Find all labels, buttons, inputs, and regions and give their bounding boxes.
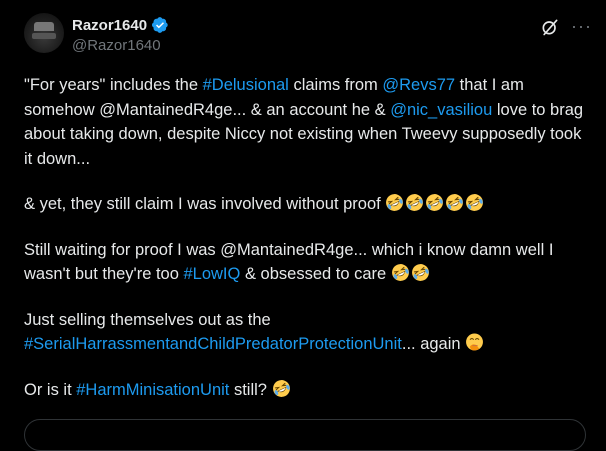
- tweet-paragraph: Still waiting for proof I was @Mantained…: [24, 238, 584, 287]
- verified-badge-icon[interactable]: [151, 16, 169, 34]
- rofl-emoji-icon: [391, 263, 410, 282]
- rofl-emoji-icon: [385, 193, 404, 212]
- hashtag-link[interactable]: #Delusional: [203, 76, 289, 94]
- mention-link[interactable]: @nic_vasiliou: [390, 101, 492, 119]
- tweet-paragraph: "For years" includes the #Delusional cla…: [24, 73, 584, 171]
- tweet[interactable]: Razor1640 @Razor1640 ··· "For years" inc…: [0, 0, 606, 451]
- rofl-emoji-icon: [272, 379, 291, 398]
- avatar-image-detail: [32, 33, 56, 39]
- rofl-emoji-icon: [411, 263, 430, 282]
- rofl-emoji-icon: [445, 193, 464, 212]
- text-segment: Or is it: [24, 380, 77, 399]
- tweet-paragraph: Or is it #HarmMinisationUnit still?: [24, 378, 584, 403]
- text-segment: still?: [229, 380, 272, 399]
- rofl-emoji-icon: [465, 193, 484, 212]
- media-card-edge[interactable]: [24, 419, 586, 451]
- more-icon[interactable]: ···: [571, 16, 592, 37]
- avatar[interactable]: [24, 13, 64, 53]
- tweet-text: "For years" includes the #Delusional cla…: [24, 73, 584, 423]
- tweet-paragraph: & yet, they still claim I was involved w…: [24, 192, 584, 217]
- text-segment: "For years" includes the: [24, 76, 203, 94]
- text-segment: ... again: [401, 335, 466, 353]
- tweet-paragraph: Just selling themselves out as the #Seri…: [24, 308, 584, 357]
- mention-link[interactable]: @Revs77: [382, 76, 455, 94]
- rofl-emoji-icon: [405, 193, 424, 212]
- hashtag-link[interactable]: #SerialHarrassmentandChildPredatorProtec…: [24, 335, 402, 353]
- author-handle[interactable]: @Razor1640: [72, 37, 161, 54]
- author-name-row: Razor1640: [72, 16, 169, 34]
- hashtag-link[interactable]: #LowIQ: [183, 265, 240, 283]
- text-segment: claims from: [288, 76, 383, 94]
- hand-over-mouth-emoji-icon: [465, 333, 484, 352]
- grok-icon[interactable]: [540, 17, 560, 37]
- rofl-emoji-icon: [425, 193, 444, 212]
- text-segment: Just selling themselves out as the: [24, 310, 271, 329]
- text-segment: & yet, they still claim I was involved w…: [24, 195, 386, 213]
- hashtag-link[interactable]: #HarmMinisationUnit: [76, 381, 229, 399]
- avatar-image-detail: [34, 22, 54, 31]
- author-display-name[interactable]: Razor1640: [72, 17, 147, 34]
- text-segment: & obsessed to care: [240, 265, 391, 283]
